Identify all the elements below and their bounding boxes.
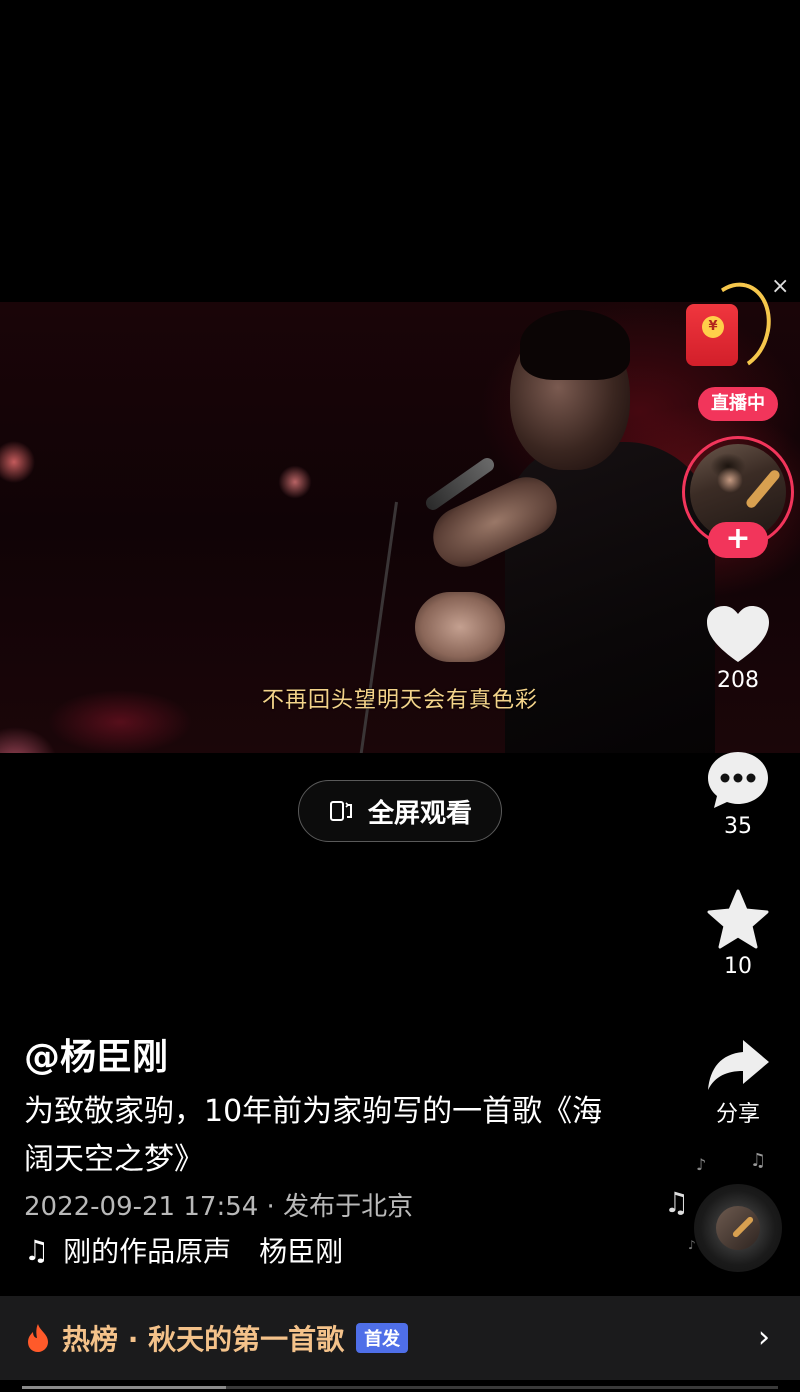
heart-icon (707, 606, 769, 662)
flame-icon (28, 1324, 48, 1352)
music-note-icon: ♫ (750, 1150, 767, 1171)
author-name[interactable]: @杨臣刚 (24, 1028, 168, 1080)
music-note-icon: ♫ (664, 1186, 690, 1219)
live-badge[interactable]: 直播中 (698, 387, 778, 421)
hot-list-text: 热榜 · 秋天的第一首歌 (62, 1323, 345, 1356)
red-packet-icon[interactable]: ¥ (686, 304, 738, 366)
avatar-guitar (744, 468, 782, 510)
music-cover (716, 1206, 760, 1250)
comment-button[interactable]: 35 (696, 750, 780, 839)
comment-count: 35 (724, 814, 752, 839)
video-player[interactable]: 不再回头望明天会有真色彩 (0, 302, 800, 753)
share-icon (708, 1040, 769, 1090)
fullscreen-rotate-icon (329, 801, 352, 821)
music-row[interactable]: ♫ 刚的作品原声 杨臣刚 (24, 1230, 434, 1270)
post-description[interactable]: 为致敬家驹，10年前为家驹写的一首歌《海阔天空之梦》 (24, 1088, 624, 1184)
fullscreen-button[interactable]: 全屏观看 (298, 780, 502, 842)
music-note-icon: ♪ (696, 1155, 707, 1174)
follow-button[interactable]: + (708, 522, 768, 558)
video-subtitle: 不再回头望明天会有真色彩 (261, 688, 538, 713)
hot-list-bar[interactable]: 热榜 · 秋天的第一首歌 首发 › (0, 1296, 800, 1380)
share-label: 分享 (715, 1102, 760, 1127)
singer-hand (415, 592, 505, 662)
favorite-count: 10 (724, 954, 752, 979)
music-disc[interactable] (694, 1184, 782, 1272)
share-button[interactable]: 分享 (696, 1036, 780, 1128)
playback-progress-fill (22, 1386, 227, 1389)
like-button[interactable]: 208 (696, 604, 780, 693)
close-icon[interactable]: × (771, 274, 789, 299)
singer-hair (520, 310, 630, 380)
debut-badge: 首发 (356, 1323, 409, 1353)
mic-stand (358, 501, 398, 753)
post-meta: 2022-09-21 17:54 · 发布于北京 (24, 1192, 414, 1222)
music-title: 刚的作品原声 杨臣刚 (63, 1235, 344, 1268)
red-packet-coin: ¥ (702, 316, 724, 338)
star-icon (707, 889, 769, 949)
fullscreen-label: 全屏观看 (367, 798, 472, 829)
chevron-right-icon[interactable]: › (758, 1320, 770, 1355)
music-note-icon: ♫ (24, 1233, 50, 1267)
playback-progress[interactable] (22, 1386, 778, 1389)
cover-guitar (731, 1215, 755, 1239)
music-note-icon: ♪ (688, 1238, 696, 1252)
favorite-button[interactable]: 10 (696, 888, 780, 979)
like-count: 208 (717, 668, 759, 693)
comment-icon (708, 752, 768, 808)
